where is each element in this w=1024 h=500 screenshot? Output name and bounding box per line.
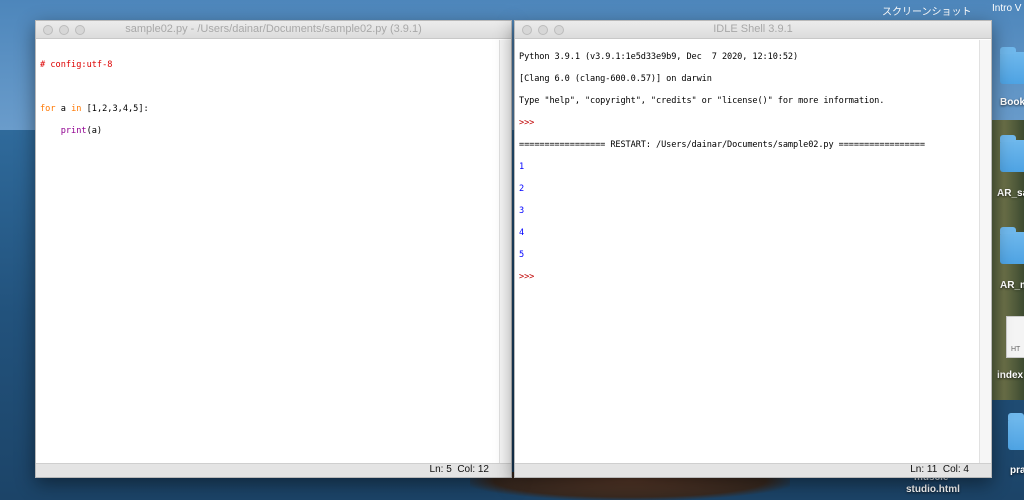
shell-prompt: >>>	[519, 118, 535, 128]
shell-banner-line-1: Python 3.9.1 (v3.9.1:1e5d33e9b9, Dec 7 2…	[519, 52, 799, 62]
shell-titlebar[interactable]: IDLE Shell 3.9.1	[515, 21, 991, 39]
html-file-icon: HT	[1006, 316, 1024, 358]
editor-window-title: sample02.py - /Users/dainar/Documents/sa…	[125, 23, 422, 35]
editor-cursor-position: Ln: 5 Col: 12	[429, 464, 489, 475]
shell-output-line: 4	[519, 228, 525, 238]
editor-scrollbar[interactable]	[499, 40, 511, 463]
desktop-icon-label: AR_m	[1000, 280, 1024, 291]
editor-text-area[interactable]: # config:utf-8 for a in [1,2,3,4,5]: pri…	[36, 40, 511, 463]
shell-cursor-position: Ln: 11 Col: 4	[910, 464, 969, 475]
menubar-screenshot-label: スクリーンショット	[882, 7, 972, 18]
folder-icon	[1008, 413, 1024, 450]
builtin-print: print	[60, 126, 87, 136]
shell-prompt: >>>	[519, 272, 535, 282]
folder-icon	[1000, 227, 1024, 264]
editor-statusbar: Ln: 5 Col: 12	[36, 463, 511, 477]
shell-window-title: IDLE Shell 3.9.1	[713, 23, 793, 35]
desktop-icon-label: index	[997, 370, 1024, 381]
shell-banner-line-3: Type "help", "copyright", "credits" or "…	[519, 96, 885, 106]
desktop-icon-label: pra	[1010, 465, 1024, 476]
shell-output-line: 2	[519, 184, 525, 194]
code-line-3: for a in [1,2,3,4,5]:	[40, 104, 511, 115]
shell-scrollbar[interactable]	[979, 40, 991, 463]
shell-statusbar: Ln: 11 Col: 4	[515, 463, 991, 477]
desktop-icon-label: studio.html	[906, 484, 960, 495]
folder-icon	[1000, 47, 1024, 84]
keyword-for: for	[40, 104, 56, 114]
desktop-icon-label: Book	[1000, 97, 1024, 108]
editor-window[interactable]: sample02.py - /Users/dainar/Documents/sa…	[35, 20, 512, 478]
code-call-arg: (a)	[86, 126, 103, 136]
editor-titlebar[interactable]: sample02.py - /Users/dainar/Documents/sa…	[36, 21, 511, 39]
shell-output-line: 3	[519, 206, 525, 216]
menubar-right-label: Intro V	[992, 3, 1022, 14]
shell-banner-line-2: [Clang 6.0 (clang-600.0.57)] on darwin	[519, 74, 712, 84]
code-var: a	[55, 104, 72, 114]
code-comment: # config:utf-8	[40, 60, 113, 70]
code-line-4: print(a)	[40, 126, 511, 137]
shell-text-area[interactable]: Python 3.9.1 (v3.9.1:1e5d33e9b9, Dec 7 2…	[515, 40, 991, 463]
folder-icon	[1000, 135, 1024, 172]
shell-output-line: 5	[519, 250, 525, 260]
code-line-1: # config:utf-8	[40, 60, 511, 71]
keyword-in: in	[71, 104, 82, 114]
shell-window[interactable]: IDLE Shell 3.9.1 Python 3.9.1 (v3.9.1:1e…	[514, 20, 992, 478]
desktop-icon-label: AR_sa	[997, 188, 1024, 199]
code-iterable: [1,2,3,4,5]:	[81, 104, 149, 114]
shell-output-line: 1	[519, 162, 525, 172]
shell-restart-line: ================= RESTART: /Users/dainar…	[519, 140, 925, 150]
